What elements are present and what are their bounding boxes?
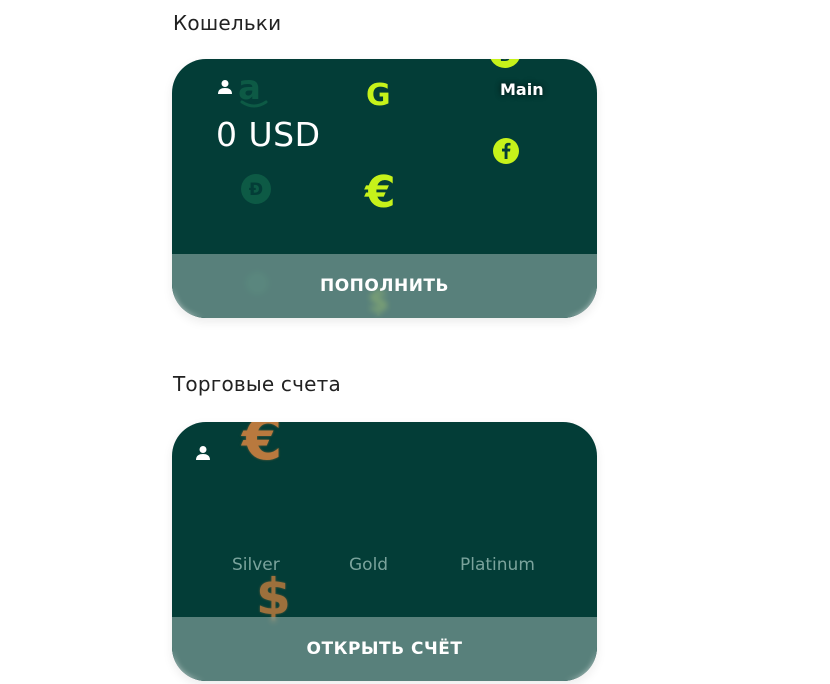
- tier-gold[interactable]: Gold: [349, 555, 388, 575]
- account-tier-list: Silver Gold Platinum: [172, 555, 597, 579]
- svg-text:B: B: [500, 59, 511, 65]
- tier-platinum[interactable]: Platinum: [460, 555, 535, 575]
- bitcoin-icon: B: [490, 59, 520, 68]
- google-icon: G: [366, 78, 391, 113]
- dogecoin-icon: Đ: [241, 174, 271, 204]
- user-icon: [218, 80, 232, 94]
- wallet-card[interactable]: a G B Đ € 0 USD Main ● $ ПОПОЛНИТЬ: [172, 59, 597, 318]
- main-wallet-badge: Main: [494, 79, 550, 100]
- svg-text:Đ: Đ: [249, 180, 263, 200]
- facebook-icon: [493, 138, 519, 164]
- open-account-button[interactable]: ОТКРЫТЬ СЧЁТ: [172, 617, 597, 681]
- trading-section-title: Торговые счета: [173, 372, 341, 396]
- wallet-balance: 0 USD: [216, 115, 321, 154]
- accounts-page: Кошельки a G B Đ € 0 USD Main ● $: [0, 0, 830, 684]
- amazon-smile-icon: [240, 100, 268, 108]
- trading-account-card[interactable]: € $ Silver Gold Platinum ОТКРЫТЬ СЧЁТ: [172, 422, 597, 681]
- top-up-button[interactable]: ПОПОЛНИТЬ: [172, 254, 597, 318]
- dollar-icon: $: [256, 568, 291, 626]
- euro-icon: €: [242, 422, 283, 473]
- user-icon: [196, 446, 210, 460]
- tier-silver[interactable]: Silver: [232, 555, 280, 575]
- euro-icon: €: [365, 167, 396, 218]
- wallets-section-title: Кошельки: [173, 11, 282, 35]
